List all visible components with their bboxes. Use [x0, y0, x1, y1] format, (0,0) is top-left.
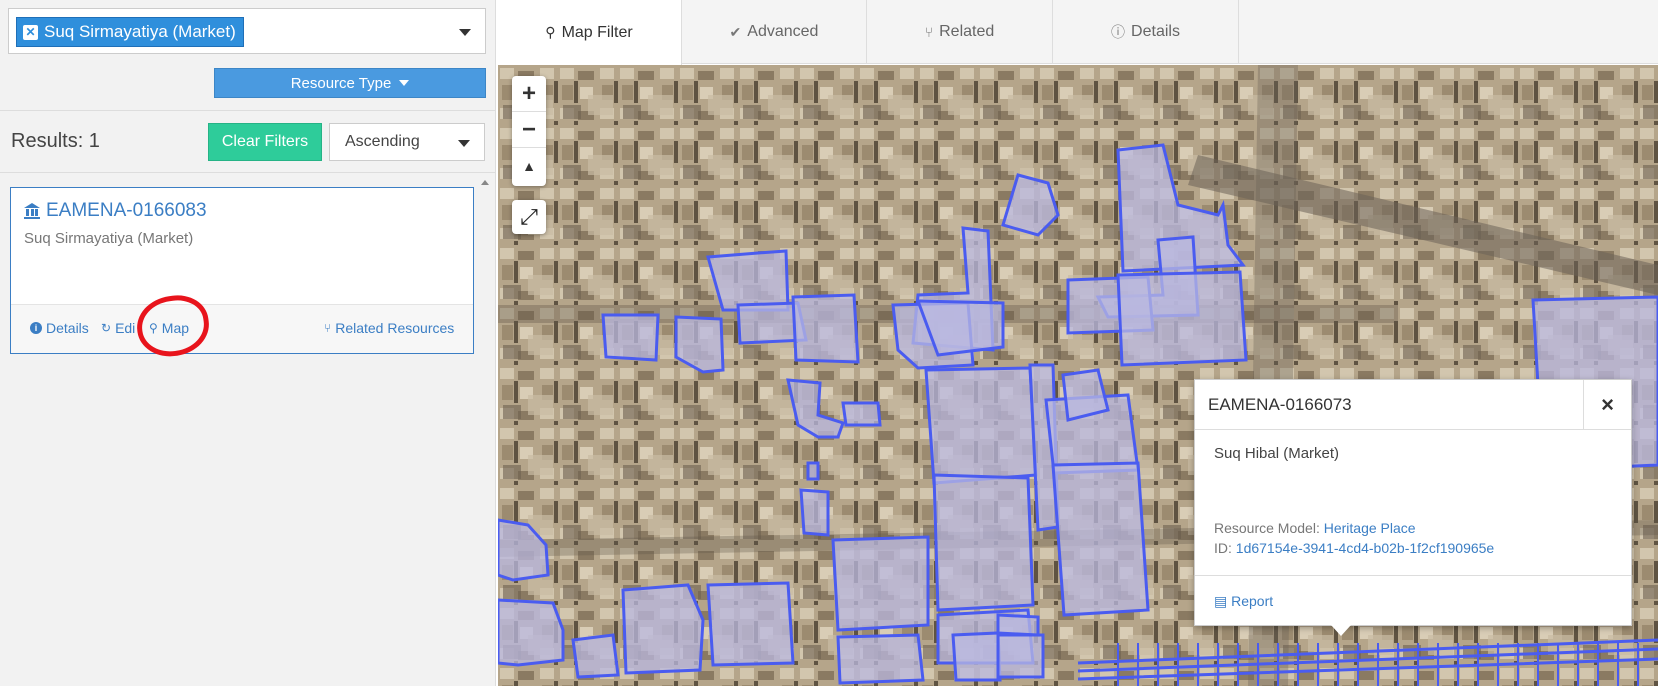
search-filter-select[interactable]: ✕ Suq Sirmayatiya (Market)	[8, 8, 486, 54]
result-card: EAMENA-0166083 Suq Sirmayatiya (Market) …	[10, 187, 474, 354]
result-name: Suq Sirmayatiya (Market)	[24, 230, 194, 247]
info-circle-icon: i	[30, 322, 42, 334]
details-link[interactable]: i Details	[30, 320, 89, 336]
divider	[0, 110, 496, 111]
clear-filters-button[interactable]: Clear Filters	[208, 123, 322, 161]
code-fork-icon: ⑂	[924, 24, 934, 40]
popup-resource-model: Resource Model: Heritage Place	[1214, 520, 1416, 536]
check-circle-icon: ✔	[729, 23, 742, 40]
scroll-up-arrow[interactable]	[481, 180, 489, 185]
popup-resource-id: ID: 1d67154e-3941-4cd4-b02b-1f2cf190965e	[1214, 540, 1494, 556]
caret-down-icon	[399, 80, 410, 86]
result-id: EAMENA-0166083	[46, 200, 207, 221]
map-popup: EAMENA-0166073 × Suq Hibal (Market) Reso…	[1194, 379, 1632, 636]
refresh-icon: ↻	[101, 321, 112, 335]
report-label: Report	[1231, 593, 1274, 609]
divider	[0, 172, 496, 173]
close-icon[interactable]: ×	[1583, 380, 1631, 430]
tab-label: Advanced	[747, 23, 819, 40]
resource-id-link[interactable]: 1d67154e-3941-4cd4-b02b-1f2cf190965e	[1236, 540, 1494, 556]
file-icon: ▤	[1214, 593, 1228, 609]
popup-footer: ▤ Report	[1195, 575, 1631, 625]
related-resources-label: Related Resources	[335, 320, 455, 336]
reset-north-button[interactable]: ▲	[512, 148, 546, 184]
chevron-down-icon[interactable]	[459, 29, 471, 36]
chevron-down-icon	[458, 140, 470, 147]
search-results-panel: ✕ Suq Sirmayatiya (Market) Resource Type…	[0, 0, 496, 686]
report-link[interactable]: ▤ Report	[1214, 593, 1273, 610]
results-count: Results: 1	[11, 130, 100, 152]
tab-bar: ⚲ Map Filter ✔ Advanced ⑂ Related ⓘ Deta…	[497, 0, 1658, 65]
tab-details[interactable]: ⓘ Details	[1053, 0, 1239, 64]
map-marker-icon: ⚲	[545, 24, 556, 40]
resource-model-label: Resource Model:	[1214, 520, 1320, 536]
app: ✕ Suq Sirmayatiya (Market) Resource Type…	[0, 0, 1658, 686]
tab-label: Related	[939, 23, 995, 40]
zoom-in-button[interactable]: +	[512, 76, 546, 112]
tab-map-filter[interactable]: ⚲ Map Filter	[497, 0, 682, 65]
code-fork-icon: ⑂	[324, 321, 332, 335]
popup-title: EAMENA-0166073	[1195, 380, 1631, 430]
edit-link[interactable]: ↻ Edi	[101, 320, 135, 336]
result-card-actions: i Details ↻ Edi ⚲ Map ⑂ Related Resource…	[11, 304, 473, 353]
tab-advanced[interactable]: ✔ Advanced	[682, 0, 867, 64]
resource-type-button[interactable]: Resource Type	[214, 68, 486, 98]
institution-icon	[24, 203, 40, 219]
sort-order-value: Ascending	[345, 133, 420, 150]
result-title-link[interactable]: EAMENA-0166083	[24, 200, 207, 222]
tab-related[interactable]: ⑂ Related	[867, 0, 1053, 64]
filter-tag-label: Suq Sirmayatiya (Market)	[44, 22, 236, 41]
sort-order-select[interactable]: Ascending	[329, 123, 485, 161]
zoom-controls: + − ▲	[512, 76, 546, 186]
tab-label: Map Filter	[561, 23, 633, 41]
related-resources-link[interactable]: ⑂ Related Resources	[324, 320, 454, 336]
popup-resource-name: Suq Hibal (Market)	[1214, 445, 1340, 462]
details-link-label: Details	[46, 320, 89, 336]
fullscreen-button[interactable]: ⤢	[512, 200, 546, 234]
edit-link-label: Edi	[115, 320, 136, 336]
resource-type-label: Resource Type	[290, 74, 392, 92]
remove-tag-icon[interactable]: ✕	[23, 24, 38, 40]
filter-tag[interactable]: ✕ Suq Sirmayatiya (Market)	[16, 17, 244, 47]
resource-id-label: ID:	[1214, 540, 1232, 556]
zoom-out-button[interactable]: −	[512, 112, 546, 148]
info-circle-icon: ⓘ	[1111, 24, 1126, 40]
resource-model-link[interactable]: Heritage Place	[1324, 520, 1416, 536]
tab-label: Details	[1131, 23, 1180, 40]
